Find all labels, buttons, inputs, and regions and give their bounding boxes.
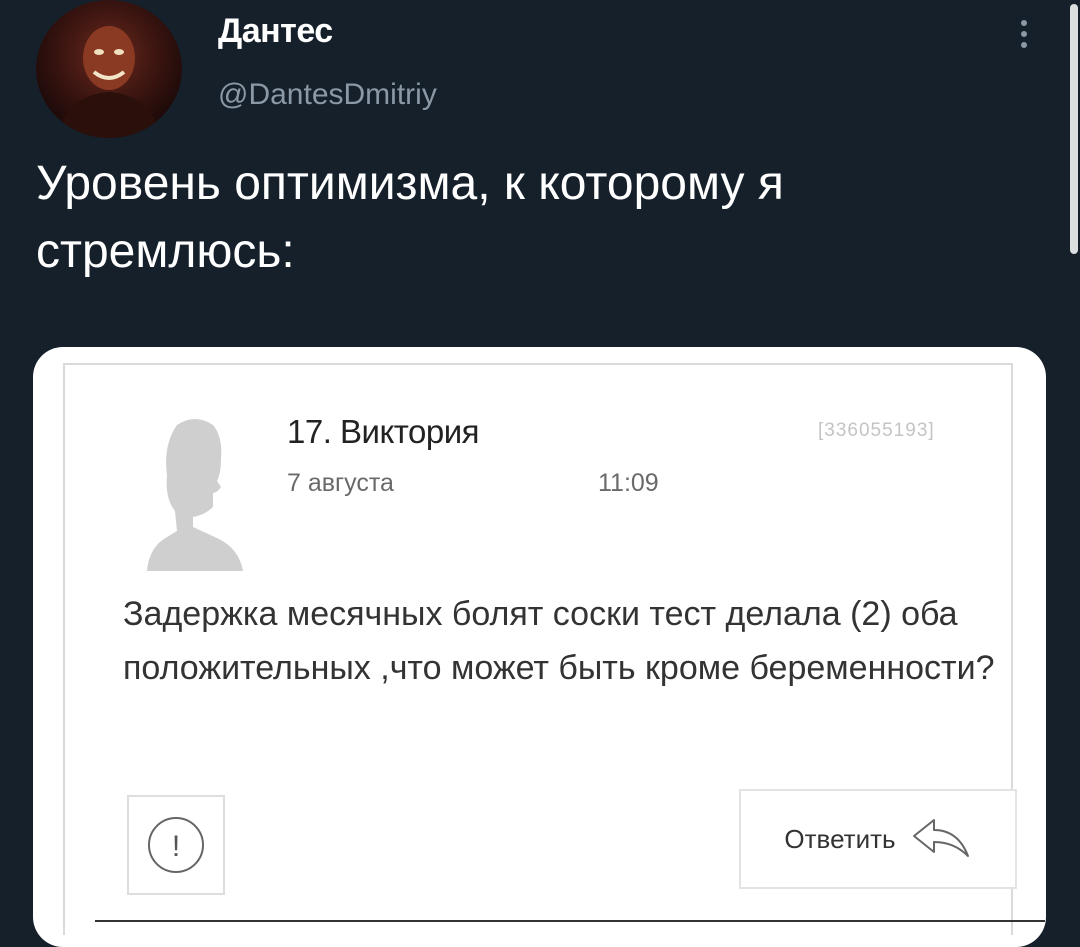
comment-body: Задержка месячных болят соски тест делал…	[123, 595, 995, 687]
more-dot	[1021, 31, 1027, 37]
divider	[95, 920, 1045, 922]
comment-id: [336055193]	[818, 420, 935, 441]
user-display-name[interactable]: Дантес	[218, 12, 333, 51]
avatar-image	[56, 26, 162, 138]
reply-arrow-icon	[912, 819, 969, 857]
exclamation-circle-icon: !	[148, 817, 204, 873]
report-button[interactable]: !	[127, 795, 225, 895]
more-options-icon[interactable]	[1006, 12, 1042, 56]
more-dot	[1021, 20, 1027, 26]
tweet-text: Уровень оптимизма, к которому я стремлюс…	[36, 157, 784, 278]
comment-card: 17. Виктория 7 августа 11:09 [336055193]…	[63, 363, 1045, 935]
reply-label: Ответить	[784, 823, 896, 854]
scrollbar[interactable]	[1068, 0, 1080, 943]
report-symbol: !	[172, 830, 180, 863]
tweet: Дантес @DantesDmitriy Уровень оптимизма,…	[0, 0, 1080, 947]
tweet-media-image[interactable]: 17. Виктория 7 августа 11:09 [336055193]…	[33, 347, 1046, 947]
comment-author: 17. Виктория	[287, 413, 480, 450]
comment-time: 11:09	[598, 469, 659, 497]
user-handle[interactable]: @DantesDmitriy	[218, 78, 437, 112]
reply-button[interactable]: Ответить	[739, 789, 1017, 889]
more-dot	[1021, 42, 1027, 48]
comment-date: 7 августа	[287, 469, 394, 497]
scrollbar-thumb[interactable]	[1070, 4, 1078, 254]
user-avatar[interactable]	[36, 0, 182, 138]
person-silhouette-icon	[147, 419, 243, 571]
